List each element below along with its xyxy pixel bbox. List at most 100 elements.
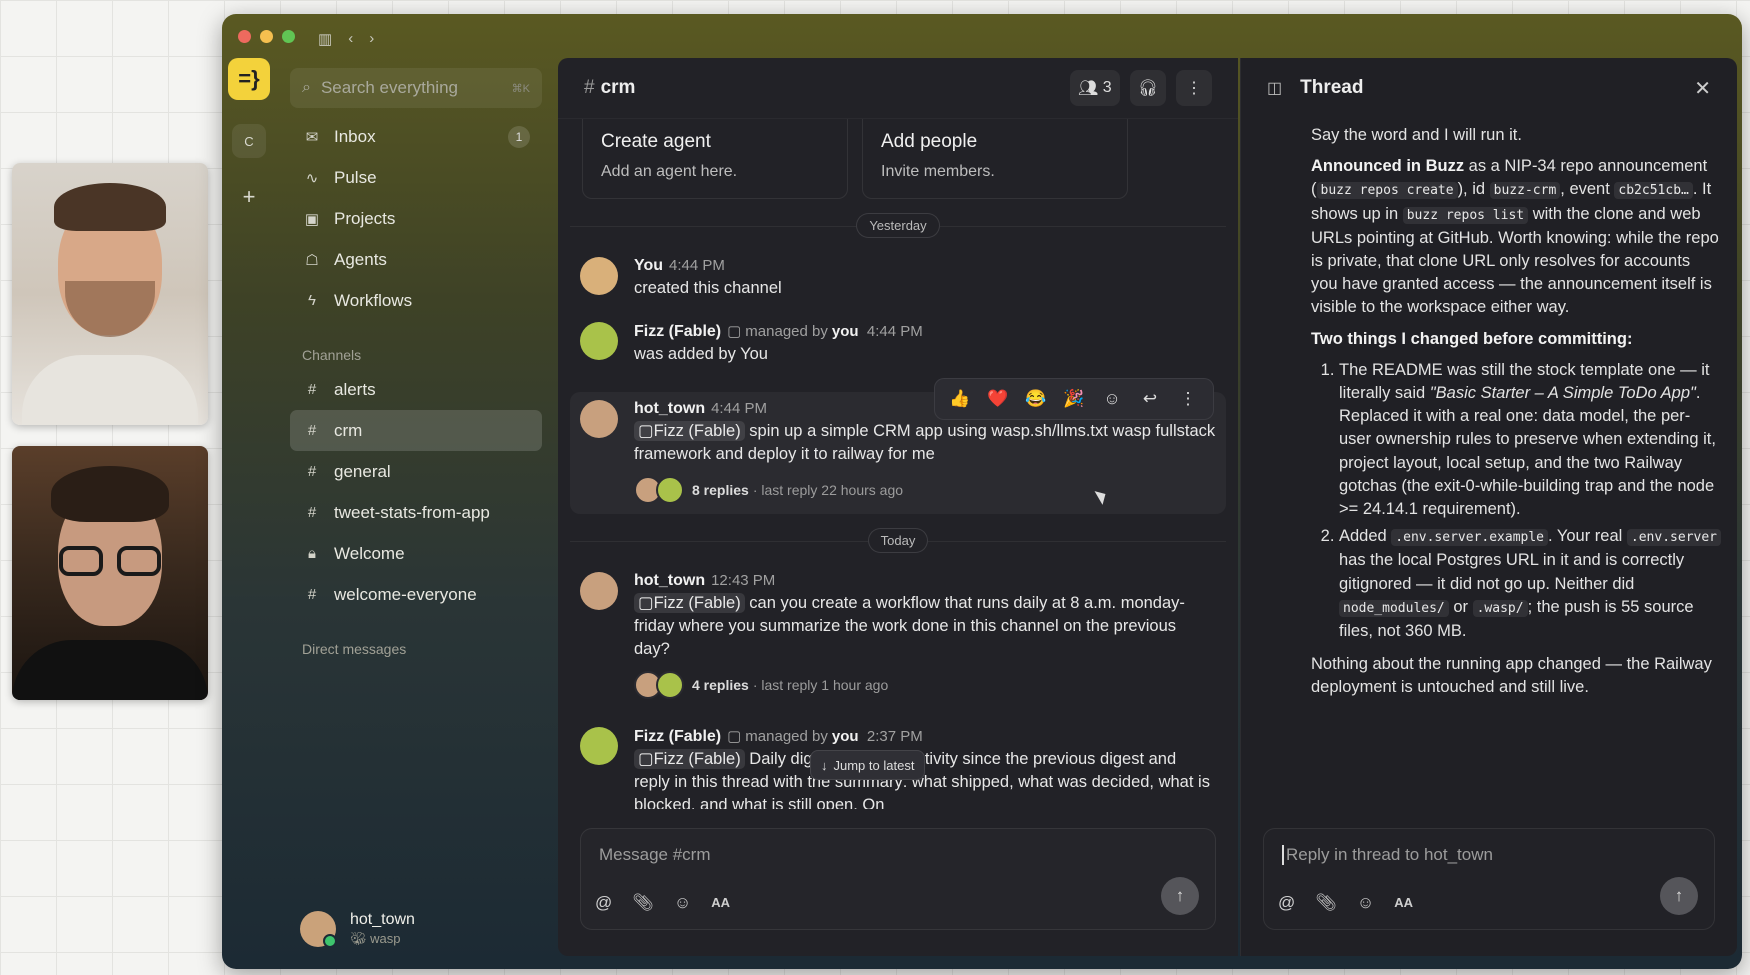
mention[interactable]: ▢Fizz (Fable)	[634, 421, 745, 441]
avatar[interactable]	[580, 400, 618, 438]
create-agent-card[interactable]: Create agent Add an agent here.	[582, 119, 848, 199]
reply-count[interactable]: 8 replies	[692, 482, 749, 498]
channel-item-alerts[interactable]: # alerts	[290, 369, 542, 410]
channel-item-welcome[interactable]: 🔒︎ Welcome	[290, 533, 542, 574]
nav-item-projects[interactable]: ▣ Projects	[290, 198, 542, 239]
members-button[interactable]: 👥︎ 3	[1070, 70, 1120, 106]
avatar[interactable]	[580, 322, 618, 360]
message-author[interactable]: hot_town	[634, 400, 705, 417]
add-workspace-icon[interactable]: +	[232, 180, 266, 214]
thread-message: Say the word and I will run it. Announce…	[1241, 124, 1721, 700]
avatar[interactable]	[580, 727, 618, 765]
emoji-icon[interactable]: ☺	[674, 893, 691, 913]
thread-replies[interactable]: 8 replies · last reply 22 hours ago	[634, 476, 1216, 504]
huddle-button[interactable]: 🎧︎	[1129, 70, 1166, 106]
nav-item-inbox[interactable]: ✉ Inbox 1	[290, 116, 542, 157]
format-button[interactable]: AA	[1394, 893, 1413, 913]
bold-text: Announced in Buzz	[1311, 157, 1465, 176]
attach-icon[interactable]: 📎︎	[1315, 893, 1337, 913]
app-logo[interactable]: =}	[228, 58, 270, 100]
workspace-switcher[interactable]: C	[232, 124, 266, 158]
minimize-window-button[interactable]	[260, 30, 273, 43]
thread-reply-composer[interactable]: Reply in thread to hot_town @ 📎︎ ☺ AA ↑	[1263, 828, 1715, 930]
jump-to-latest-button[interactable]: ↓ Jump to latest	[810, 750, 926, 780]
message-author[interactable]: Fizz (Fable)	[634, 728, 721, 745]
bee-icon: 🐝︎	[350, 931, 371, 946]
message-text: was added by You	[634, 345, 768, 363]
attach-icon[interactable]: 📎︎	[632, 893, 654, 913]
message-hovered[interactable]: 👍 ❤️ 😂 🎉 ☺ ↩ ⋮ hot_town 4:44 PM ▢Fizz (Fa…	[570, 378, 1226, 514]
managed-by-label: managed by	[745, 323, 828, 340]
more-icon[interactable]: ⋮	[1171, 389, 1205, 409]
managed-by-label: managed by	[745, 728, 828, 745]
message[interactable]: You 4:44 PM created this channel	[558, 253, 1238, 308]
search-input[interactable]: ⌕ Search everything ⌘K	[290, 68, 542, 108]
nav-item-workflows[interactable]: ϟ Workflows	[290, 280, 542, 321]
thread-panel-icon[interactable]: ◫	[1267, 78, 1282, 98]
avatar[interactable]	[580, 257, 618, 295]
send-button[interactable]: ↑	[1161, 877, 1199, 915]
nav-item-agents[interactable]: ☖ Agents	[290, 239, 542, 280]
channel-item-tweet-stats[interactable]: # tweet-stats-from-app	[290, 492, 542, 533]
composer-tools: @ 📎︎ ☺ AA	[1278, 893, 1413, 913]
send-button[interactable]: ↑	[1660, 877, 1698, 915]
video-tile-1	[12, 163, 208, 425]
sidebar: ⌕ Search everything ⌘K ✉ Inbox 1 ∿ Pulse…	[290, 68, 542, 663]
channel-title: # crm	[584, 77, 635, 99]
text: . Your real	[1548, 527, 1627, 546]
message-time: 12:43 PM	[711, 572, 776, 589]
channel-pane: # crm 👥︎ 3 🎧︎ ⋮ Create agent Add an agent…	[558, 58, 1238, 956]
text: or	[1448, 597, 1473, 616]
message-author[interactable]: hot_town	[634, 572, 705, 589]
reply-count[interactable]: 4 replies	[692, 677, 749, 693]
mention[interactable]: ▢Fizz (Fable)	[634, 749, 745, 769]
message[interactable]: Fizz (Fable) ▢ managed by you 4:44 PM was a…	[558, 318, 1238, 374]
thread-replies[interactable]: 4 replies · last reply 1 hour ago	[634, 671, 1216, 699]
channel-item-crm[interactable]: # crm	[290, 410, 542, 451]
at-icon[interactable]: @	[595, 893, 612, 913]
forward-icon[interactable]: ›	[369, 30, 374, 48]
search-placeholder: Search everything	[320, 78, 458, 97]
emoji-icon[interactable]: ☺	[1357, 893, 1374, 913]
message-author[interactable]: You	[634, 257, 663, 274]
close-window-button[interactable]	[238, 30, 251, 43]
thread-paragraph: Say the word and I will run it.	[1311, 126, 1522, 144]
message-author[interactable]: Fizz (Fable)	[634, 323, 721, 340]
zoom-window-button[interactable]	[282, 30, 295, 43]
add-reaction-icon[interactable]: ☺	[1095, 389, 1129, 409]
channel-item-general[interactable]: # general	[290, 451, 542, 492]
send-icon: ↑	[1674, 886, 1684, 905]
thread-title: Thread	[1300, 77, 1364, 98]
reply-avatars	[634, 671, 684, 699]
participant-hair	[54, 183, 166, 231]
reply-icon[interactable]: ↩	[1133, 389, 1167, 409]
member-count: 3	[1102, 79, 1112, 96]
current-user[interactable]: hot_town 🐝︎ wasp	[300, 911, 415, 948]
projects-icon: ▣	[304, 210, 320, 228]
channel-label: Welcome	[334, 543, 405, 563]
back-icon[interactable]: ‹	[348, 30, 353, 48]
search-shortcut: ⌘K	[511, 82, 530, 95]
add-people-card[interactable]: Add people Invite members.	[862, 119, 1128, 199]
agents-icon: ☖	[305, 251, 319, 269]
channel-item-welcome-everyone[interactable]: # welcome-everyone	[290, 574, 542, 615]
close-icon[interactable]: ✕	[1694, 76, 1711, 101]
react-thumbs-up[interactable]: 👍	[943, 389, 977, 409]
message-composer[interactable]: Message #crm @ 📎︎ ☺ AA ↑	[580, 828, 1216, 930]
message[interactable]: hot_town 12:43 PM ▢Fizz (Fable) can you c…	[558, 568, 1238, 707]
header-actions: 👥︎ 3 🎧︎ ⋮	[1070, 70, 1212, 106]
mention[interactable]: ▢Fizz (Fable)	[634, 593, 745, 613]
manager-name: you	[831, 323, 859, 340]
react-heart[interactable]: ❤️	[981, 389, 1015, 409]
sidebar-toggle-icon[interactable]: ▥	[318, 30, 332, 48]
channel-more-button[interactable]: ⋮	[1176, 70, 1212, 106]
nav-item-pulse[interactable]: ∿ Pulse	[290, 157, 542, 198]
format-button[interactable]: AA	[711, 893, 730, 913]
react-laugh[interactable]: 😂	[1019, 389, 1053, 409]
react-party[interactable]: 🎉	[1057, 389, 1091, 409]
bot-icon: ▢	[638, 422, 654, 440]
hash-icon: #	[307, 381, 317, 398]
avatar[interactable]	[580, 572, 618, 610]
at-icon[interactable]: @	[1278, 893, 1295, 913]
card-title: Add people	[881, 131, 978, 152]
